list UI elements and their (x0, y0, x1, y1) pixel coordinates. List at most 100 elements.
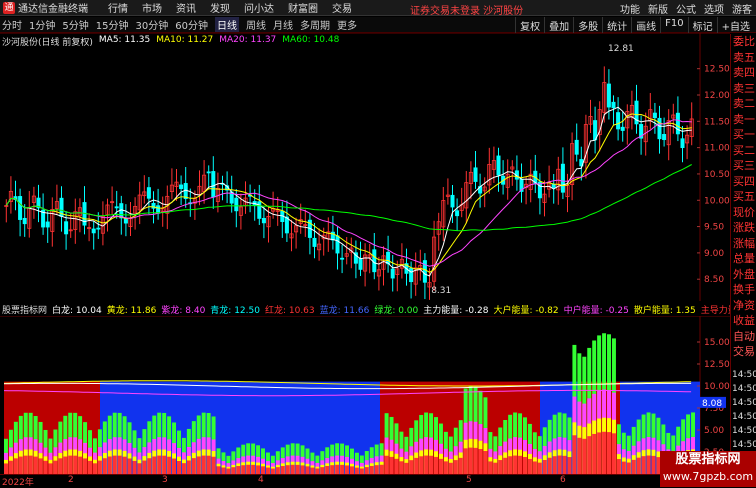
tab-period-4[interactable]: 30分钟 (135, 17, 168, 32)
indicator-value-6: 绿龙: 0.00 (374, 306, 419, 316)
energy-bar (246, 464, 251, 474)
energy-bar (399, 461, 404, 474)
energy-bar (523, 457, 527, 474)
energy-bar (63, 456, 68, 474)
energy-bar (379, 464, 384, 474)
menu-market[interactable]: 行情 (108, 0, 128, 15)
menu-ask[interactable]: 问小达 (244, 0, 274, 15)
energy-bar (275, 467, 280, 474)
candle-body (156, 205, 161, 214)
overlay-button[interactable]: 叠加 (544, 17, 573, 33)
side-label-19: 自动 (733, 329, 755, 343)
indicator-value-5: 蓝龙: 11.66 (319, 306, 370, 316)
energy-bar (577, 437, 582, 474)
ind-tick-4: 5.00 (704, 426, 724, 436)
indicator-value-9: 中户能量: -0.25 (563, 306, 629, 316)
energy-bar (562, 455, 567, 474)
add-favorite-button[interactable]: +自选 (716, 17, 754, 33)
indicator-value-2: 紫龙: 8.40 (161, 306, 206, 316)
indicator-value-10: 散户能量: 1.35 (633, 306, 696, 316)
side-time-3: 14:50 (732, 412, 756, 422)
side-label-15: 外盘 (733, 267, 755, 281)
energy-bar (201, 455, 206, 474)
energy-bar (350, 466, 354, 474)
menu-wealth[interactable]: 财富圈 (288, 0, 318, 15)
mark-button[interactable]: 标记 (687, 17, 717, 33)
candle-body (312, 237, 317, 247)
side-label-4: 卖二 (733, 97, 755, 110)
indicator-chart[interactable]: 15.0012.5010.007.505.002.508.08 (0, 316, 730, 474)
energy-bar (557, 455, 562, 474)
side-label-0: 委比 (733, 35, 755, 48)
energy-bar (330, 465, 335, 474)
menu-options[interactable]: 选项 (704, 1, 724, 16)
tab-period-more[interactable]: 更多 (337, 17, 357, 32)
side-time-0: 14:50 (732, 370, 756, 380)
energy-bar (186, 460, 191, 474)
restore-right-button[interactable]: 复权 (515, 17, 544, 33)
f10-button[interactable]: F10 (660, 17, 687, 33)
tab-period-daily[interactable]: 日线 (214, 17, 239, 32)
energy-bar (458, 457, 463, 474)
tab-period-3[interactable]: 15分钟 (96, 17, 129, 32)
energy-bar (53, 460, 58, 474)
energy-bar (256, 465, 261, 474)
energy-bar (537, 462, 542, 474)
energy-bar (369, 465, 374, 474)
candle-body (455, 210, 460, 217)
current-value-label: 8.08 (702, 399, 722, 409)
menu-new-version[interactable]: 新版 (648, 1, 668, 16)
menu-function[interactable]: 功能 (620, 1, 640, 16)
side-label-5: 卖一 (733, 112, 755, 126)
side-label-17: 净资 (733, 298, 755, 312)
tab-period-8[interactable]: 月线 (273, 17, 293, 32)
energy-bar (295, 464, 300, 474)
indicator-name[interactable]: 股票指标网 (2, 303, 47, 316)
energy-bar (374, 465, 379, 474)
tab-period-9[interactable]: 多周期 (300, 17, 330, 32)
menu-news[interactable]: 资讯 (176, 0, 196, 15)
candle-body (551, 183, 556, 188)
energy-bar (443, 461, 448, 474)
candle-body (496, 155, 501, 176)
tab-period-1[interactable]: 1分钟 (29, 17, 55, 32)
energy-bar (438, 458, 443, 474)
energy-bar (305, 466, 310, 474)
energy-bar (33, 456, 38, 474)
energy-bar (23, 455, 28, 474)
menu-formula[interactable]: 公式 (676, 1, 696, 16)
draw-button[interactable]: 画线 (631, 17, 660, 33)
login-notice[interactable]: 证券交易未登录 沙河股份 (410, 2, 523, 17)
multi-stock-button[interactable]: 多股 (573, 17, 602, 33)
side-label-1: 卖五 (733, 50, 755, 64)
energy-bar (453, 460, 458, 474)
tab-period-7[interactable]: 周线 (246, 17, 266, 32)
price-chart[interactable]: 12.50 12.00 11.50 11.00 10.50 10.00 9.50 9.00 8.… (0, 33, 730, 301)
tab-period-2[interactable]: 5分钟 (62, 17, 88, 32)
app-logo-icon: 通 (3, 1, 15, 14)
energy-bar (92, 463, 97, 474)
menu-discover[interactable]: 发现 (210, 0, 230, 15)
candle-body (234, 197, 239, 212)
price-tick-1: 12.00 (704, 91, 730, 101)
energy-bar (320, 467, 325, 474)
tab-period-5[interactable]: 60分钟 (175, 17, 208, 32)
candle-body (45, 221, 50, 228)
menu-guest[interactable]: 游客 (732, 1, 752, 16)
menu-exchange[interactable]: 市场 (142, 0, 162, 15)
menu-trade[interactable]: 交易 (332, 0, 352, 15)
energy-bar (621, 461, 626, 474)
energy-bar (646, 455, 651, 474)
energy-bar (112, 455, 117, 474)
energy-bar (488, 461, 493, 474)
energy-bar (251, 464, 256, 474)
energy-bar (152, 456, 157, 474)
indicator-value-8: 大户能量: -0.82 (493, 306, 559, 316)
candle-body (358, 258, 363, 270)
candle-body (22, 217, 27, 225)
stats-button[interactable]: 统计 (602, 17, 631, 33)
side-label-10: 买五 (733, 190, 755, 203)
tab-period-0[interactable]: 分时 (2, 17, 22, 32)
energy-bar (542, 459, 547, 474)
candle-body (560, 163, 565, 193)
